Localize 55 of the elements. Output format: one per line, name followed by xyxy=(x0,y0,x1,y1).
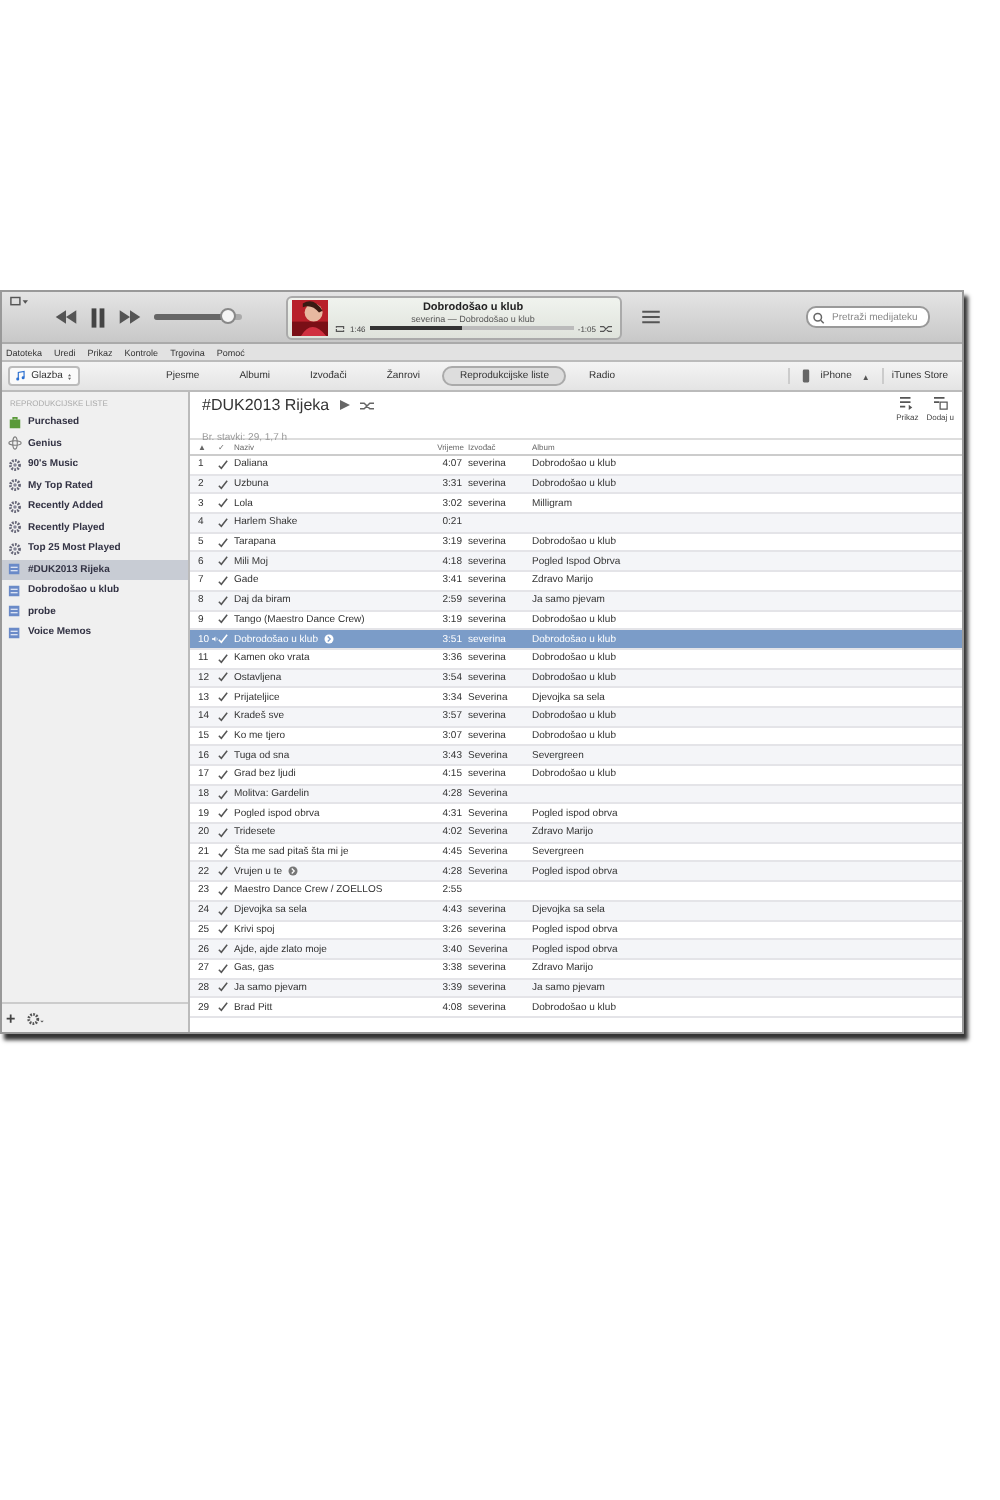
check-icon[interactable] xyxy=(218,711,228,722)
check-icon[interactable] xyxy=(218,498,228,509)
check-icon[interactable] xyxy=(218,808,228,819)
arrow-circle-icon[interactable] xyxy=(288,866,298,877)
playlist-icon xyxy=(8,562,22,577)
check-icon[interactable] xyxy=(218,866,228,877)
check-icon[interactable] xyxy=(218,963,228,974)
check-icon[interactable] xyxy=(218,730,228,741)
check-icon[interactable] xyxy=(218,944,228,955)
repeat-icon[interactable] xyxy=(334,323,346,333)
check-icon[interactable] xyxy=(218,1002,228,1013)
check-icon[interactable] xyxy=(218,789,228,800)
dropdown-arrows-icon xyxy=(68,371,72,381)
playlist-title: #DUK2013 Rijeka xyxy=(202,396,330,414)
view-icon xyxy=(900,396,915,410)
bag-icon xyxy=(8,415,22,430)
check-icon[interactable] xyxy=(218,827,228,838)
shuffle-icon[interactable] xyxy=(359,399,374,411)
check-icon[interactable] xyxy=(218,653,228,664)
list-icon[interactable] xyxy=(642,310,660,324)
playlist-icon xyxy=(8,583,22,598)
check-icon[interactable] xyxy=(218,459,228,470)
pause-icon[interactable] xyxy=(90,307,106,327)
check-icon[interactable] xyxy=(218,517,228,528)
check-icon[interactable] xyxy=(218,575,228,586)
check-icon[interactable] xyxy=(218,750,228,761)
next-icon[interactable] xyxy=(118,310,142,324)
play-icon[interactable] xyxy=(339,400,350,410)
shuffle-icon[interactable] xyxy=(600,323,612,333)
atom-icon xyxy=(8,436,22,451)
check-icon[interactable] xyxy=(218,905,228,916)
check-icon[interactable] xyxy=(218,885,228,896)
check-icon[interactable] xyxy=(218,595,228,606)
check-icon[interactable] xyxy=(218,479,228,490)
check-icon[interactable] xyxy=(218,556,228,567)
volume-slider[interactable] xyxy=(154,314,242,320)
add-button[interactable]: + xyxy=(6,1009,16,1027)
previous-icon[interactable] xyxy=(54,310,78,324)
check-icon[interactable] xyxy=(218,672,228,683)
check-icon[interactable] xyxy=(218,982,228,993)
playlist-icon xyxy=(8,604,22,619)
check-icon[interactable] xyxy=(218,769,228,780)
arrow-circle-icon[interactable] xyxy=(323,634,334,645)
window-menu-icon[interactable] xyxy=(10,296,28,308)
check-icon[interactable] xyxy=(218,847,228,858)
music-note-icon xyxy=(16,370,26,382)
check-icon[interactable] xyxy=(218,537,228,548)
check-icon[interactable] xyxy=(218,614,228,625)
add-to-icon xyxy=(933,396,948,410)
check-icon[interactable] xyxy=(218,924,228,935)
search-icon xyxy=(812,311,828,323)
settings-icon[interactable] xyxy=(25,1011,44,1025)
playlist-icon xyxy=(8,625,22,640)
check-icon[interactable] xyxy=(218,692,228,703)
phone-icon xyxy=(802,368,811,384)
